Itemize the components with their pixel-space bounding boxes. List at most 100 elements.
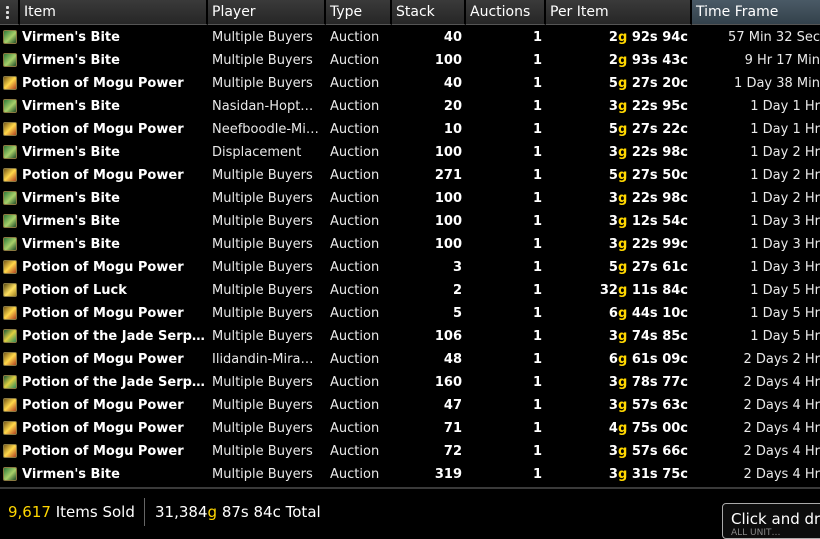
potion-mogu-power-icon [3, 352, 17, 366]
sale-type: Auction [330, 375, 380, 390]
item-name[interactable]: Virmen's Bite [22, 187, 204, 210]
item-name[interactable]: Virmen's Bite [22, 95, 204, 118]
item-name[interactable]: Potion of Mogu Power [22, 302, 204, 325]
table-row[interactable]: Potion of Mogu Power Multiple Buyers Aucti… [0, 72, 820, 95]
stack-size: 48 [443, 352, 462, 367]
price-gold: 5 [608, 122, 618, 137]
time-frame: 1 Day 1 Hr [750, 122, 820, 137]
column-header-per-item[interactable]: Per Item [546, 0, 692, 25]
table-row[interactable]: Potion of Mogu Power Multiple Buyers Aucti… [0, 394, 820, 417]
potion-mogu-power-icon [3, 168, 17, 182]
per-item-price: 5g 27s 20c [550, 72, 688, 95]
price-silver: 27 [631, 168, 650, 183]
table-row[interactable]: Potion of Mogu Power Multiple Buyers Aucti… [0, 256, 820, 279]
column-header-player[interactable]: Player [208, 0, 326, 25]
time-frame: 2 Days 4 Hr [743, 467, 820, 482]
table-row[interactable]: Virmen's Bite Multiple Buyers Auction 100 1 3… [0, 210, 820, 233]
stack-size: 100 [434, 237, 462, 252]
silver-suffix: s [649, 237, 658, 252]
table-row[interactable]: Potion of Luck Multiple Buyers Auction 2 1 32… [0, 279, 820, 302]
column-header-stack[interactable]: Stack [392, 0, 466, 25]
item-name[interactable]: Potion of Mogu Power [22, 256, 204, 279]
auction-count: 1 [532, 99, 542, 114]
price-gold: 3 [608, 145, 618, 160]
item-name[interactable]: Virmen's Bite [22, 26, 204, 49]
table-row[interactable]: Potion of Mogu Power Ilidandin-Mira… Aucti… [0, 348, 820, 371]
item-name[interactable]: Virmen's Bite [22, 141, 204, 164]
price-silver: 78 [631, 375, 650, 390]
item-name[interactable]: Potion of Mogu Power [22, 164, 204, 187]
stack-size: 100 [434, 53, 462, 68]
time-frame: 1 Day 5 Hr [750, 283, 820, 298]
table-row[interactable]: Virmen's Bite Multiple Buyers Auction 40 1 2g… [0, 26, 820, 49]
table-row[interactable]: Potion of Mogu Power Multiple Buyers Aucti… [0, 164, 820, 187]
table-header: Item Player Type Stack Auctions Per Item… [0, 0, 820, 26]
item-name[interactable]: Virmen's Bite [22, 49, 204, 72]
table-row[interactable]: Virmen's Bite Multiple Buyers Auction 100 1 3… [0, 187, 820, 210]
stack-size: 2 [452, 283, 462, 298]
item-name[interactable]: Potion of Mogu Power [22, 118, 204, 141]
item-name[interactable]: Potion of Mogu Power [22, 348, 204, 371]
sale-type: Auction [330, 398, 380, 413]
gold-suffix: g [617, 375, 628, 390]
price-silver: 27 [631, 76, 650, 91]
price-copper: 95 [662, 99, 681, 114]
copper-suffix: c [680, 375, 688, 390]
silver-suffix: s [649, 53, 658, 68]
item-name[interactable]: Virmen's Bite [22, 210, 204, 233]
table-row[interactable]: Virmen's Bite Multiple Buyers Auction 100 1 2… [0, 49, 820, 72]
column-header-type[interactable]: Type [326, 0, 392, 25]
column-menu-button[interactable] [0, 0, 20, 25]
stack-size: 40 [443, 30, 462, 45]
potion-luck-icon [3, 283, 17, 297]
price-silver: 57 [631, 398, 650, 413]
player-name: Multiple Buyers [212, 444, 313, 459]
item-name[interactable]: Potion of Mogu Power [22, 394, 204, 417]
silver-suffix: s [649, 467, 658, 482]
price-gold: 5 [608, 76, 618, 91]
potion-jade-serpent-icon [3, 329, 17, 343]
table-row[interactable]: Virmen's Bite Displacement Auction 100 1 3g 2… [0, 141, 820, 164]
table-row[interactable]: Potion of Mogu Power Multiple Buyers Aucti… [0, 440, 820, 463]
item-name[interactable]: Potion of Mogu Power [22, 417, 204, 440]
item-name[interactable]: Potion of the Jade Serp… [22, 371, 204, 394]
sale-type: Auction [330, 421, 380, 436]
potion-jade-serpent-icon [3, 375, 17, 389]
table-row[interactable]: Potion of Mogu Power Multiple Buyers Aucti… [0, 417, 820, 440]
table-row[interactable]: Virmen's Bite Nasidan-Hopt… Auction 20 1 3g 2… [0, 95, 820, 118]
item-name[interactable]: Potion of Mogu Power [22, 72, 204, 95]
column-header-item[interactable]: Item [20, 0, 208, 25]
gold-suffix: g [617, 306, 628, 321]
virmens-bite-icon [3, 145, 17, 159]
item-name[interactable]: Potion of Mogu Power [22, 440, 204, 463]
player-name: Ilidandin-Mira… [212, 352, 314, 367]
virmens-bite-icon [3, 30, 17, 44]
player-name: Multiple Buyers [212, 191, 313, 206]
item-name[interactable]: Virmen's Bite [22, 463, 204, 486]
price-copper: 84 [662, 283, 681, 298]
item-name[interactable]: Potion of Luck [22, 279, 204, 302]
item-name[interactable]: Virmen's Bite [22, 233, 204, 256]
virmens-bite-icon [3, 214, 17, 228]
table-row[interactable]: Potion of Mogu Power Multiple Buyers Aucti… [0, 302, 820, 325]
item-name[interactable]: Potion of the Jade Serp… [22, 325, 204, 348]
column-header-auctions[interactable]: Auctions [466, 0, 546, 25]
price-silver: 27 [631, 122, 650, 137]
silver-suffix: s [649, 191, 658, 206]
table-row[interactable]: Potion of Mogu Power Neefboodle-Mi… Auctio… [0, 118, 820, 141]
sales-table-body: Virmen's Bite Multiple Buyers Auction 40 1 2 g… [0, 26, 820, 486]
table-row[interactable]: Virmen's Bite Multiple Buyers Auction 100 1 3… [0, 233, 820, 256]
table-row[interactable]: Potion of the Jade Serp… Multiple Buyers A… [0, 325, 820, 348]
price-gold: 3 [608, 398, 618, 413]
player-name: Multiple Buyers [212, 260, 313, 275]
time-frame: 2 Days 4 Hr [743, 421, 820, 436]
table-row[interactable]: Virmen's Bite Multiple Buyers Auction 319 1 3… [0, 463, 820, 486]
table-row[interactable]: Potion of the Jade Serp… Multiple Buyers A… [0, 371, 820, 394]
player-name: Multiple Buyers [212, 421, 313, 436]
player-name: Displacement [212, 145, 302, 160]
silver-suffix: s [649, 145, 658, 160]
copper-suffix: c [680, 191, 688, 206]
column-header-time-frame[interactable]: Time Frame [692, 0, 820, 25]
copper-suffix: c [680, 168, 688, 183]
auction-count: 1 [532, 145, 542, 160]
